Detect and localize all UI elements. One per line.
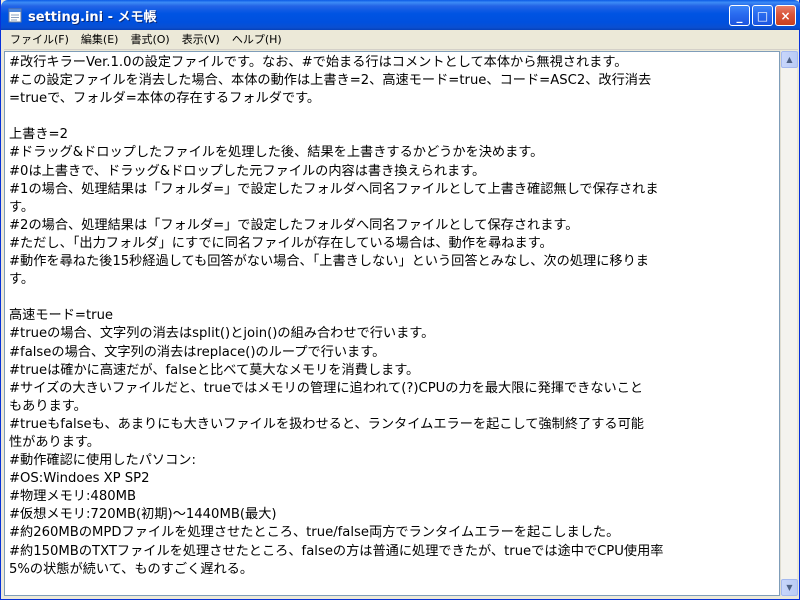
- maximize-button[interactable]: □: [752, 5, 773, 26]
- text-line: す。: [9, 199, 35, 215]
- text-edit-area[interactable]: #改行キラーVer.1.0の設定ファイルです。なお、#で始まる行はコメントとして…: [4, 51, 780, 596]
- text-line: #動作確認に使用したパソコン:: [9, 453, 196, 469]
- text-line: #物理メモリ:480MB: [9, 489, 137, 505]
- document-text[interactable]: #改行キラーVer.1.0の設定ファイルです。なお、#で始まる行はコメントとして…: [9, 54, 777, 579]
- text-line: #この設定ファイルを消去した場合、本体の動作は上書き=2、高速モード=true、…: [9, 73, 652, 89]
- text-line: #約260MBのMPDファイルを処理させたところ、true/false両方でラン…: [9, 525, 620, 541]
- text-line: す。: [9, 272, 35, 288]
- scroll-down-arrow-icon[interactable]: ▼: [781, 579, 798, 596]
- text-line: もあります。: [9, 398, 87, 414]
- text-line: #ただし、「出力フォルダ」にすでに同名ファイルが存在している場合は、動作を尋ねま…: [9, 235, 553, 251]
- text-line: 上書き=2: [9, 127, 69, 143]
- menu-format[interactable]: 書式(O): [124, 31, 175, 49]
- text-line: #OS:Windoes XP SP2: [9, 471, 150, 487]
- close-icon: ×: [780, 8, 791, 23]
- text-line: =trueで、フォルダ=本体の存在するフォルダです。: [9, 91, 321, 107]
- vertical-scrollbar[interactable]: ▲ ▼: [780, 51, 798, 596]
- text-line: 5%の状態が続いて、ものすごく遅れる。: [9, 561, 254, 577]
- menu-view[interactable]: 表示(V): [176, 31, 226, 49]
- text-line: #trueの場合、文字列の消去はsplit()とjoin()の組み合わせで行いま…: [9, 326, 435, 342]
- minimize-icon: _: [736, 8, 743, 23]
- text-line: #動作を尋ねた後15秒経過しても回答がない場合、「上書きしない」という回答とみな…: [9, 254, 649, 270]
- minimize-button[interactable]: _: [729, 5, 750, 26]
- text-line: #改行キラーVer.1.0の設定ファイルです。なお、#で始まる行はコメントとして…: [9, 55, 628, 70]
- menu-help[interactable]: ヘルプ(H): [226, 31, 288, 49]
- text-line: #仮想メモリ:720MB(初期)～1440MB(最大): [9, 507, 277, 523]
- text-line: #サイズの大きいファイルだと、trueではメモリの管理に追われて(?)CPUの力…: [9, 380, 644, 396]
- menu-file[interactable]: ファイル(F): [4, 31, 75, 49]
- window-controls: _ □ ×: [729, 5, 796, 26]
- text-line: [9, 289, 777, 307]
- text-line: 性があります。: [9, 434, 100, 450]
- title-bar[interactable]: setting.ini - メモ帳 _ □ ×: [1, 0, 800, 30]
- close-button[interactable]: ×: [775, 5, 796, 26]
- text-line: #trueもfalseも、あまりにも大きいファイルを扱わせると、ランタイムエラー…: [9, 416, 644, 432]
- maximize-icon: □: [756, 8, 769, 23]
- notepad-icon: [7, 7, 23, 23]
- text-line: #ドラッグ&ドロップしたファイルを処理した後、結果を上書きするかどうかを決めます…: [9, 145, 544, 161]
- scroll-up-arrow-icon[interactable]: ▲: [781, 51, 798, 68]
- text-line: #trueは確かに高速だが、falseと比べて莫大なメモリを消費します。: [9, 362, 420, 378]
- text-line: #0は上書きで、ドラッグ&ドロップした元ファイルの内容は書き換えられます。: [9, 163, 486, 179]
- text-line: [9, 108, 777, 126]
- text-line: #falseの場合、文字列の消去はreplace()のループで行います。: [9, 344, 386, 360]
- menu-bar: ファイル(F) 編集(E) 書式(O) 表示(V) ヘルプ(H): [4, 30, 798, 50]
- text-line: #約150MBのTXTファイルを処理させたところ、falseの方は普通に処理でき…: [9, 543, 664, 559]
- window-title: setting.ini - メモ帳: [28, 9, 157, 25]
- text-line: #1の場合、処理結果は「フォルダ=」で設定したフォルダへ同名ファイルとして上書き…: [9, 181, 659, 197]
- menu-edit[interactable]: 編集(E): [75, 31, 125, 49]
- text-line: #2の場合、処理結果は「フォルダ=」で設定したフォルダへ同名ファイルとして保存さ…: [9, 217, 579, 233]
- notepad-window: setting.ini - メモ帳 _ □ × ファイル(F) 編集(E) 書式…: [0, 0, 800, 600]
- text-line: 高速モード=true: [9, 308, 114, 324]
